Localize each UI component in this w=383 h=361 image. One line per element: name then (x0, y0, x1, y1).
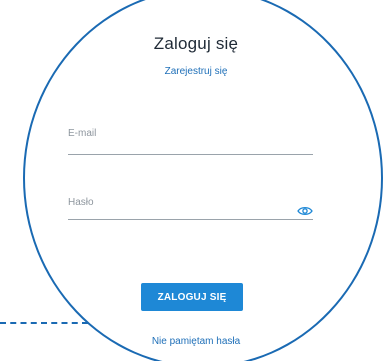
dashed-connector-line (0, 322, 88, 324)
register-link[interactable]: Zarejestruj się (96, 66, 296, 77)
email-field-underline (68, 154, 313, 155)
email-field[interactable]: E-mail (68, 128, 313, 158)
forgot-password-link[interactable]: Nie pamiętam hasła (96, 336, 296, 347)
password-field-label: Hasło (68, 197, 94, 208)
password-field[interactable]: Hasło (68, 197, 313, 223)
eye-icon[interactable] (297, 206, 313, 216)
login-button[interactable]: ZALOGUJ SIĘ (141, 283, 243, 311)
password-field-underline (68, 219, 313, 220)
email-field-label: E-mail (68, 128, 97, 139)
page-title: Zaloguj się (153, 34, 239, 53)
